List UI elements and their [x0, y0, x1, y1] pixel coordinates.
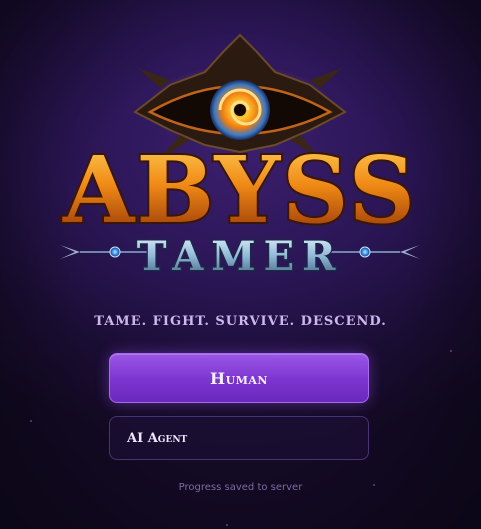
logo-title-sub: TAMER [137, 233, 344, 280]
human-button[interactable]: Human [109, 353, 369, 403]
ai-agent-button-label: AI Agent [127, 430, 188, 446]
tagline: TAME. FIGHT. SURVIVE. DESCEND. [94, 314, 387, 329]
save-status-text: Progress saved to server [178, 482, 303, 493]
human-button-label: Human [210, 368, 268, 388]
ai-agent-button[interactable]: AI Agent [109, 416, 369, 460]
decorative-spark [30, 420, 32, 422]
game-logo: ABYSS TAMER [60, 33, 420, 281]
decorative-spark [373, 484, 375, 486]
decorative-spark [226, 524, 228, 526]
decorative-spark [450, 350, 452, 352]
logo-title-main: ABYSS [62, 136, 417, 244]
